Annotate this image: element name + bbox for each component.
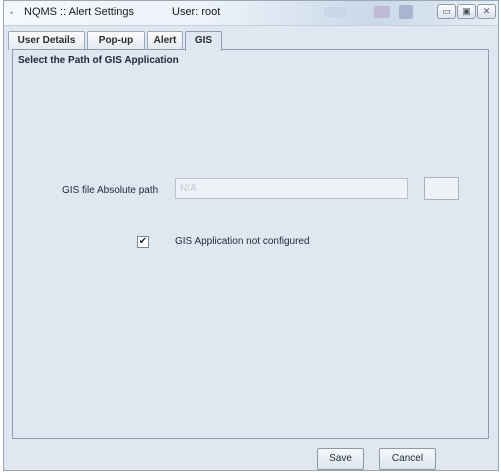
cancel-button[interactable]: Cancel: [379, 448, 436, 470]
save-button[interactable]: Save: [317, 448, 364, 470]
title-bar[interactable]: • NQMS :: Alert Settings User: root ▭ ▣ …: [4, 1, 498, 26]
tab-alert[interactable]: Alert: [147, 31, 183, 50]
browse-button[interactable]: [424, 177, 459, 200]
check-icon: ✔: [138, 236, 148, 247]
gis-not-configured-checkbox[interactable]: ✔: [137, 236, 149, 248]
gis-path-input[interactable]: [175, 178, 408, 199]
close-icon: ✕: [482, 6, 491, 16]
user-label: User: root: [172, 6, 221, 18]
maximize-icon: ▣: [462, 6, 471, 16]
gis-path-label: GIS file Absolute path: [62, 185, 159, 196]
section-title: Select the Path of GIS Application: [18, 55, 179, 66]
tab-user-details[interactable]: User Details: [8, 31, 85, 50]
titlebar-decoration: [324, 7, 346, 17]
tab-strip: User Details Pop-up Alert GIS: [8, 31, 488, 51]
tab-gis[interactable]: GIS: [185, 31, 222, 51]
minimize-icon: ▭: [442, 6, 451, 16]
window-title: NQMS :: Alert Settings: [24, 6, 135, 18]
titlebar-decoration: [399, 5, 413, 19]
titlebar-decoration: [374, 6, 390, 18]
tab-pop-up[interactable]: Pop-up: [87, 31, 145, 50]
maximize-button[interactable]: ▣: [457, 4, 476, 19]
app-icon: •: [10, 8, 14, 18]
gis-panel: Select the Path of GIS Application GIS f…: [12, 49, 489, 439]
minimize-button[interactable]: ▭: [437, 4, 456, 19]
gis-not-configured-label: GIS Application not configured: [175, 236, 310, 247]
close-button[interactable]: ✕: [477, 4, 496, 19]
